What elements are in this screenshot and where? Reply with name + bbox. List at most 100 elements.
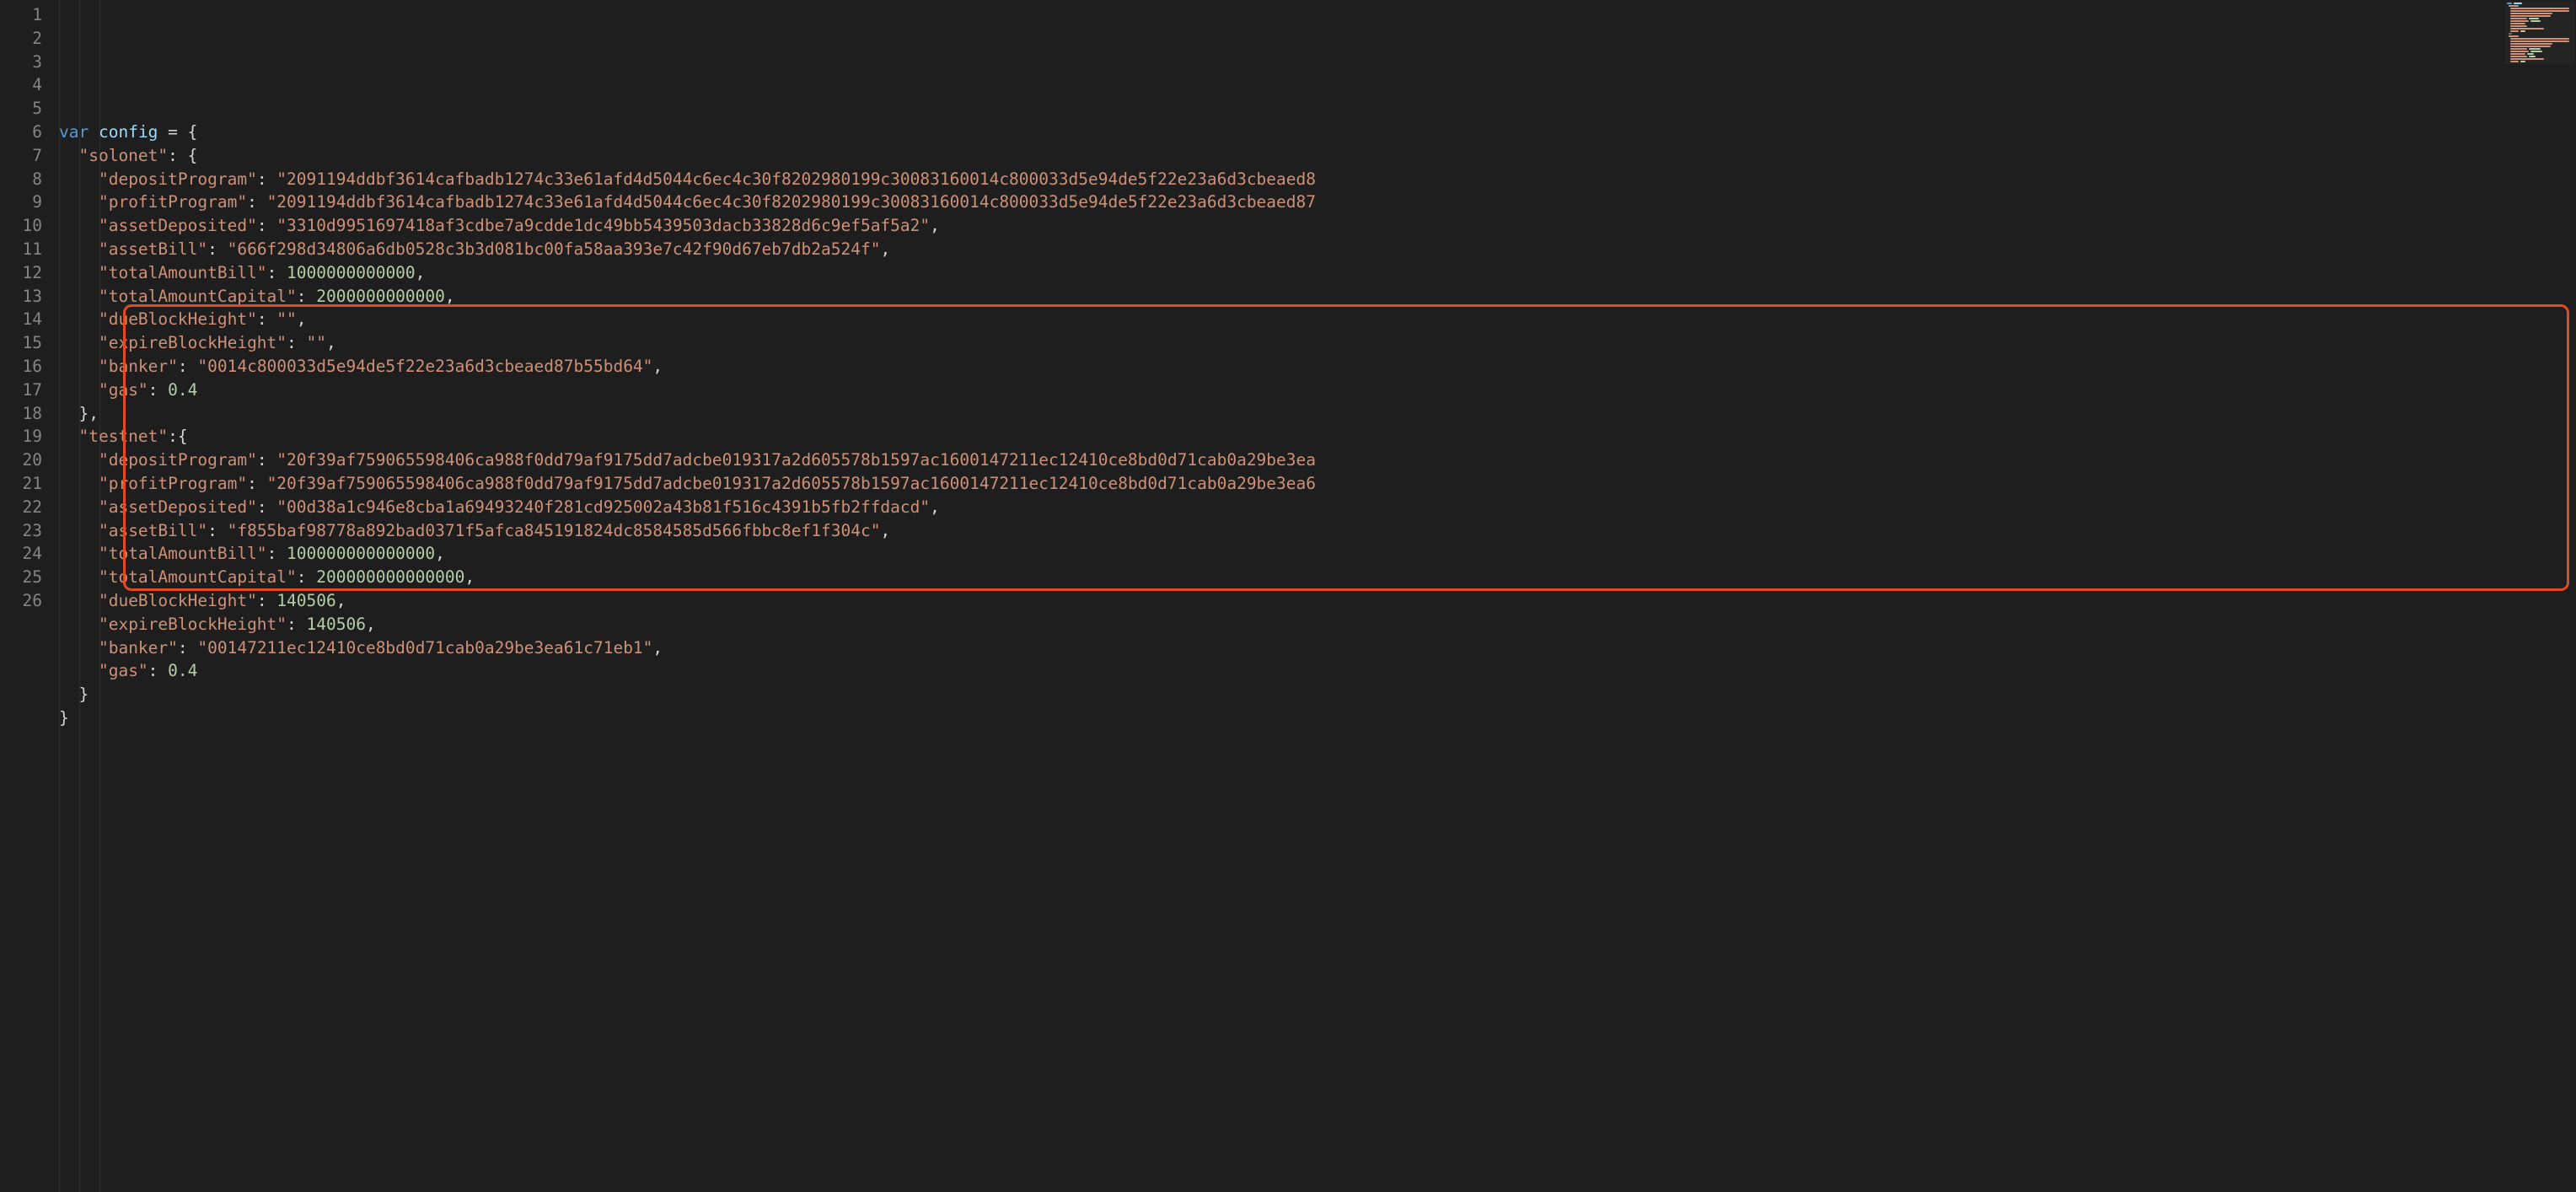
indent-whitespace [59,404,78,423]
line-number: 9 [0,191,42,214]
code-line[interactable]: "dueBlockHeight": 140506, [59,589,2576,613]
token-str: "20f39af759065598406ca988f0dd79af9175dd7… [267,474,1316,493]
code-line[interactable]: "testnet":{ [59,425,2576,448]
code-line[interactable]: "banker": "0014c800033d5e94de5f22e23a6d3… [59,355,2576,379]
indent-whitespace [59,685,78,704]
indent-guide [79,0,80,1192]
minimap-segment [2510,8,2569,9]
token-str: "profitProgram" [99,192,247,212]
token-num: 100000000000000 [287,544,435,563]
indent-guide [59,0,60,1192]
token-op: , [416,263,426,282]
token-str: "20f39af759065598406ca988f0dd79af9175dd7… [276,450,1316,470]
token-num: 2000000000000 [316,287,445,306]
code-line[interactable]: var config = { [59,121,2576,144]
line-number: 1 [0,3,42,27]
token-op: , [326,333,336,352]
token-op: , [930,497,940,517]
code-line[interactable]: "profitProgram": "2091194ddbf3614cafbadb… [59,191,2576,214]
token-str: "banker" [99,357,178,376]
code-line[interactable]: } [59,706,2576,730]
token-str: "totalAmountBill" [99,544,267,563]
token-op: : [287,615,306,634]
line-number: 8 [0,168,42,191]
minimap-segment [2510,13,2552,14]
token-op: , [336,591,346,610]
token-str: "depositProgram" [99,169,257,189]
minimap-segment [2510,20,2529,22]
minimap-segment [2510,15,2551,17]
code-lines-container: var config = { "solonet": { "depositProg… [59,121,2576,730]
token-str: "2091194ddbf3614cafbadb1274c33e61afd4d50… [276,169,1316,189]
code-line[interactable]: "totalAmountBill": 1000000000000, [59,261,2576,285]
token-op: , [880,239,890,259]
token-str: "totalAmountCapital" [99,287,297,306]
code-line[interactable]: "assetBill": "f855baf98778a892bad0371f5a… [59,519,2576,543]
token-op: : [257,591,276,610]
code-line[interactable]: "expireBlockHeight": 140506, [59,613,2576,636]
token-op: : [297,567,316,587]
token-op: : [257,169,276,189]
token-str: "assetBill" [99,239,207,259]
token-str: "profitProgram" [99,474,247,493]
minimap-segment [2510,43,2552,45]
code-line[interactable]: "assetDeposited": "00d38a1c946e8cba1a694… [59,496,2576,519]
code-area[interactable]: var config = { "solonet": { "depositProg… [59,0,2576,1192]
line-number: 16 [0,355,42,379]
code-line[interactable]: "assetDeposited": "3310d9951697418af3cdb… [59,214,2576,238]
line-number-gutter: 1234567891011121314151617181920212223242… [0,0,59,1192]
code-line[interactable]: } [59,683,2576,706]
code-line[interactable]: "gas": 0.4 [59,659,2576,683]
minimap[interactable] [2505,2,2574,64]
token-op: : [287,333,306,352]
line-number: 11 [0,238,42,261]
token-op: , [880,521,890,540]
code-editor[interactable]: 1234567891011121314151617181920212223242… [0,0,2576,1192]
token-kw: var [59,122,89,142]
token-str: "3310d9951697418af3cdbe7a9cdde1dc49bb543… [276,216,930,235]
token-id: config [99,122,158,142]
token-op: , [445,287,455,306]
token-op: : [257,497,276,517]
minimap-segment [2529,48,2541,50]
minimap-segment [2514,3,2522,4]
code-line[interactable]: "expireBlockHeight": "", [59,331,2576,355]
token-str: "gas" [99,661,148,680]
line-number: 10 [0,214,42,238]
token-op: , [652,357,663,376]
token-op: , [464,567,475,587]
line-number: 25 [0,566,42,589]
code-line[interactable]: "profitProgram": "20f39af759065598406ca9… [59,472,2576,496]
token-num: 200000000000000 [316,567,464,587]
token-str: "f855baf98778a892bad0371f5afca845191824d… [228,521,881,540]
token-num: 0.4 [168,661,197,680]
code-line[interactable]: "dueBlockHeight": "", [59,308,2576,331]
code-line[interactable]: "depositProgram": "20f39af759065598406ca… [59,448,2576,472]
minimap-segment [2510,28,2544,30]
line-number: 15 [0,331,42,355]
token-op: : [148,380,168,400]
token-op: } [78,685,89,704]
indent-whitespace [59,427,78,446]
minimap-segment [2510,46,2551,47]
code-line[interactable]: "totalAmountBill": 100000000000000, [59,542,2576,566]
line-number: 7 [0,144,42,168]
code-line[interactable]: "depositProgram": "2091194ddbf3614cafbad… [59,168,2576,191]
code-line[interactable]: "gas": 0.4 [59,379,2576,402]
token-op: : [247,192,266,212]
code-line[interactable]: "solonet": { [59,144,2576,168]
token-num: 140506 [307,615,366,634]
code-line[interactable]: "totalAmountCapital": 2000000000000, [59,285,2576,309]
code-line[interactable]: }, [59,402,2576,426]
minimap-segment [2530,20,2541,22]
token-str: "assetDeposited" [99,216,257,235]
token-op: : [267,544,287,563]
token-op [89,122,99,142]
token-str: "totalAmountBill" [99,263,267,282]
code-line[interactable]: "totalAmountCapital": 200000000000000, [59,566,2576,589]
code-line[interactable]: "banker": "00147211ec12410ce8bd0d71cab0a… [59,636,2576,660]
line-number: 13 [0,285,42,309]
code-line[interactable]: "assetBill": "666f298d34806a6db0528c3b3d… [59,238,2576,261]
token-str: "expireBlockHeight" [99,333,287,352]
token-op: :{ [168,427,187,446]
